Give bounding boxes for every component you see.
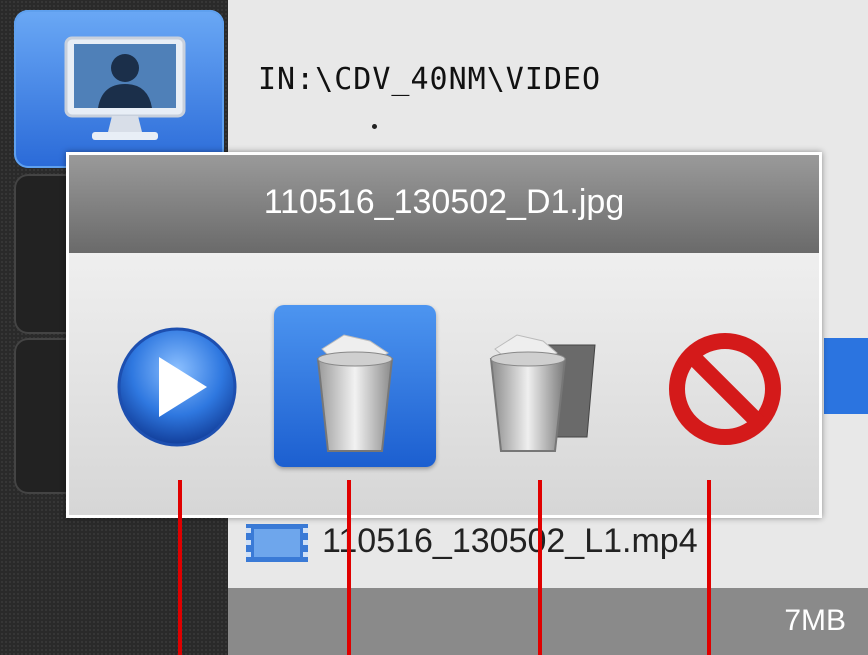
prohibited-icon (669, 333, 781, 445)
screen: IN:\CDV_40NM\VIDEO 110516_130502_L1.mp4 … (0, 0, 868, 655)
dot-indicator (372, 124, 377, 129)
sidebar-button-user[interactable] (14, 10, 224, 168)
file-name: 110516_130502_L1.mp4 (322, 522, 698, 560)
dialog-title-bar: 110516_130502_D1.jpg (69, 155, 819, 253)
file-size: 7MB (784, 604, 846, 637)
highlight-bar (824, 338, 868, 414)
cancel-button[interactable] (649, 305, 811, 467)
callout-marker-1 (178, 480, 182, 655)
path-label: IN:\CDV_40NM\VIDEO (258, 62, 602, 97)
delete-button[interactable] (274, 305, 436, 467)
monitor-user-icon (64, 36, 186, 140)
trash-multiple-icon (489, 334, 596, 452)
play-button[interactable] (97, 305, 259, 467)
file-row[interactable]: 110516_130502_L1.mp4 (246, 518, 846, 568)
callout-marker-4 (707, 480, 711, 655)
callout-marker-2 (347, 480, 351, 655)
dialog-body (69, 253, 819, 515)
dialog-title: 110516_130502_D1.jpg (263, 183, 625, 221)
delete-all-button[interactable] (457, 305, 619, 467)
file-action-dialog: 110516_130502_D1.jpg (66, 152, 822, 518)
film-icon (246, 524, 308, 562)
status-bar: 7MB (228, 588, 868, 655)
trash-icon (316, 334, 394, 452)
callout-marker-3 (538, 480, 542, 655)
play-icon (117, 327, 237, 447)
